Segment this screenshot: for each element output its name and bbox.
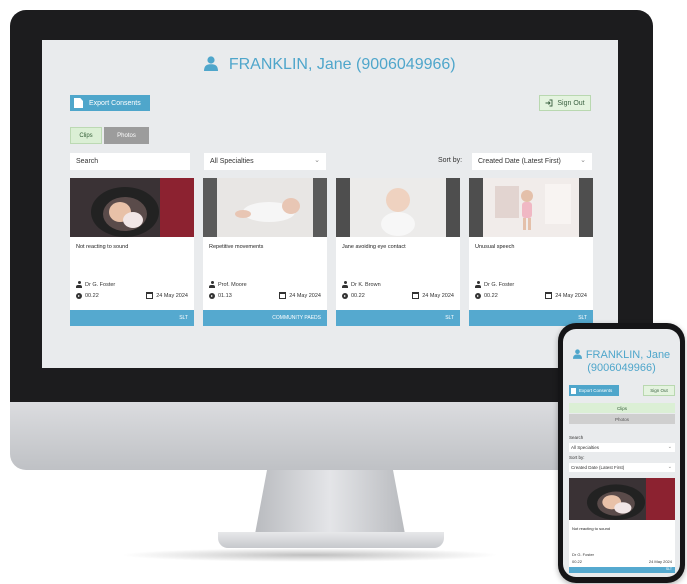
chevron-down-icon: ⌄ bbox=[314, 157, 320, 164]
tab-photos[interactable]: Photos bbox=[569, 414, 675, 424]
clinician-icon bbox=[76, 281, 82, 288]
patient-header: FRANKLIN, Jane (9006049966) bbox=[42, 56, 618, 74]
clip-title: Repetitive movements bbox=[209, 244, 264, 250]
sign-out-button[interactable]: Sign Out bbox=[643, 385, 675, 396]
sort-by-label: Sort by: bbox=[569, 455, 585, 460]
calendar-icon bbox=[279, 292, 287, 299]
clip-duration: 00.22 bbox=[351, 293, 365, 299]
clip-card[interactable]: Not reacting to sound Dr G. Foster 00.22… bbox=[569, 478, 675, 573]
person-icon bbox=[572, 349, 582, 359]
clip-title: Unusual speech bbox=[475, 244, 515, 250]
monitor-chin bbox=[10, 400, 653, 470]
clip-clinician: Dr G. Foster bbox=[572, 552, 595, 557]
patient-number: (9006049966) bbox=[587, 362, 656, 374]
clip-clinician: Prof. Moore bbox=[218, 281, 247, 288]
sign-out-label: Sign Out bbox=[557, 99, 585, 107]
clip-thumbnail[interactable] bbox=[336, 178, 460, 237]
chevron-down-icon: ⌄ bbox=[667, 444, 672, 450]
sign-out-icon bbox=[545, 99, 553, 107]
play-icon bbox=[209, 293, 215, 299]
export-consents-label: Export Consents bbox=[89, 99, 141, 107]
clip-date: 24 May 2024 bbox=[289, 292, 321, 299]
clinician-icon bbox=[342, 281, 348, 288]
sort-select-value: Created Date (Latest First) bbox=[478, 158, 561, 165]
calendar-icon bbox=[146, 292, 154, 299]
clinician-icon bbox=[475, 281, 481, 288]
clip-duration: 00.22 bbox=[484, 293, 498, 299]
monitor-stand-neck bbox=[255, 470, 405, 534]
clip-card[interactable]: Jane avoiding eye contact Dr K. Brown 00… bbox=[336, 178, 460, 326]
person-icon bbox=[204, 56, 219, 71]
device-mockup: FRANKLIN, Jane (9006049966) Export Conse… bbox=[0, 0, 687, 584]
specialty-badge: SLT bbox=[569, 567, 675, 573]
chevron-down-icon: ⌄ bbox=[667, 464, 672, 470]
clip-clinician: Dr K. Brown bbox=[351, 281, 381, 288]
sort-select[interactable]: Created Date (Latest First) ⌄ bbox=[472, 153, 592, 170]
clip-title: Jane avoiding eye contact bbox=[342, 244, 406, 250]
patient-number: (9006049966) bbox=[355, 56, 456, 73]
clip-thumbnail[interactable] bbox=[203, 178, 327, 237]
sort-select[interactable]: Created Date (Latest First) ⌄ bbox=[569, 463, 675, 472]
patient-name: FRANKLIN, Jane bbox=[228, 56, 352, 73]
export-consents-label: Export Consents bbox=[579, 388, 613, 393]
sort-by-label: Sort by: bbox=[438, 157, 463, 164]
chevron-down-icon: ⌄ bbox=[580, 157, 586, 164]
calendar-icon bbox=[412, 292, 420, 299]
clip-date: 24 May 2024 bbox=[555, 292, 587, 299]
monitor-shadow bbox=[120, 548, 500, 562]
export-icon bbox=[571, 387, 576, 394]
specialty-select-value: All Specialties bbox=[571, 445, 600, 450]
clip-duration: 00.22 bbox=[85, 293, 99, 299]
tab-clips[interactable]: Clips bbox=[569, 403, 675, 413]
export-icon bbox=[74, 98, 83, 108]
specialty-select[interactable]: All Specialties ⌄ bbox=[204, 153, 326, 170]
patient-header: FRANKLIN, Jane (9006049966) bbox=[563, 349, 680, 375]
clip-clinician: Dr G. Foster bbox=[484, 281, 515, 288]
export-consents-button[interactable]: Export Consents bbox=[70, 95, 150, 111]
clip-title: Not reacting to sound bbox=[572, 526, 611, 531]
clip-thumbnail[interactable] bbox=[70, 178, 194, 237]
search-label: Search bbox=[569, 435, 584, 440]
phone-app-screen: FRANKLIN, Jane (9006049966) Export Conse… bbox=[563, 329, 680, 577]
clip-date: 24 May 2024 bbox=[648, 559, 672, 564]
desktop-app-screen: FRANKLIN, Jane (9006049966) Export Conse… bbox=[42, 40, 618, 368]
play-icon bbox=[342, 293, 348, 299]
phone-device: FRANKLIN, Jane (9006049966) Export Conse… bbox=[558, 323, 685, 583]
clip-date: 24 May 2024 bbox=[156, 292, 188, 299]
specialty-select[interactable]: All Specialties ⌄ bbox=[569, 443, 675, 452]
export-consents-button[interactable]: Export Consents bbox=[569, 385, 619, 396]
clip-card[interactable]: Repetitive movements Prof. Moore 01.13 2… bbox=[203, 178, 327, 326]
clip-thumbnail[interactable] bbox=[569, 478, 675, 520]
sort-select-value: Created Date (Latest First) bbox=[571, 465, 625, 470]
specialty-select-value: All Specialties bbox=[210, 158, 254, 165]
specialty-badge: SLT bbox=[70, 310, 194, 326]
clip-duration: 00.22 bbox=[572, 559, 583, 564]
sign-out-label: Sign Out bbox=[650, 388, 668, 393]
clip-thumbnail[interactable] bbox=[469, 178, 593, 237]
sign-out-button[interactable]: Sign Out bbox=[539, 95, 591, 111]
search-input[interactable]: Search bbox=[70, 153, 190, 170]
clip-clinician: Dr G. Foster bbox=[85, 281, 116, 288]
play-icon bbox=[475, 293, 481, 299]
play-icon bbox=[76, 293, 82, 299]
clip-duration: 01.13 bbox=[218, 293, 232, 299]
clip-card[interactable]: Not reacting to sound Dr G. Foster 00.22… bbox=[70, 178, 194, 326]
tab-clips[interactable]: Clips bbox=[70, 127, 102, 144]
patient-name: FRANKLIN, Jane bbox=[585, 349, 671, 361]
clip-card[interactable]: Unusual speech Dr G. Foster 00.22 24 May… bbox=[469, 178, 593, 326]
calendar-icon bbox=[545, 292, 553, 299]
clip-date: 24 May 2024 bbox=[422, 292, 454, 299]
specialty-badge: SLT bbox=[336, 310, 460, 326]
specialty-badge: COMMUNITY PAEDS bbox=[203, 310, 327, 326]
clinician-icon bbox=[209, 281, 215, 288]
clip-title: Not reacting to sound bbox=[76, 244, 129, 250]
monitor-stand-foot bbox=[218, 532, 444, 548]
tab-photos[interactable]: Photos bbox=[104, 127, 149, 144]
